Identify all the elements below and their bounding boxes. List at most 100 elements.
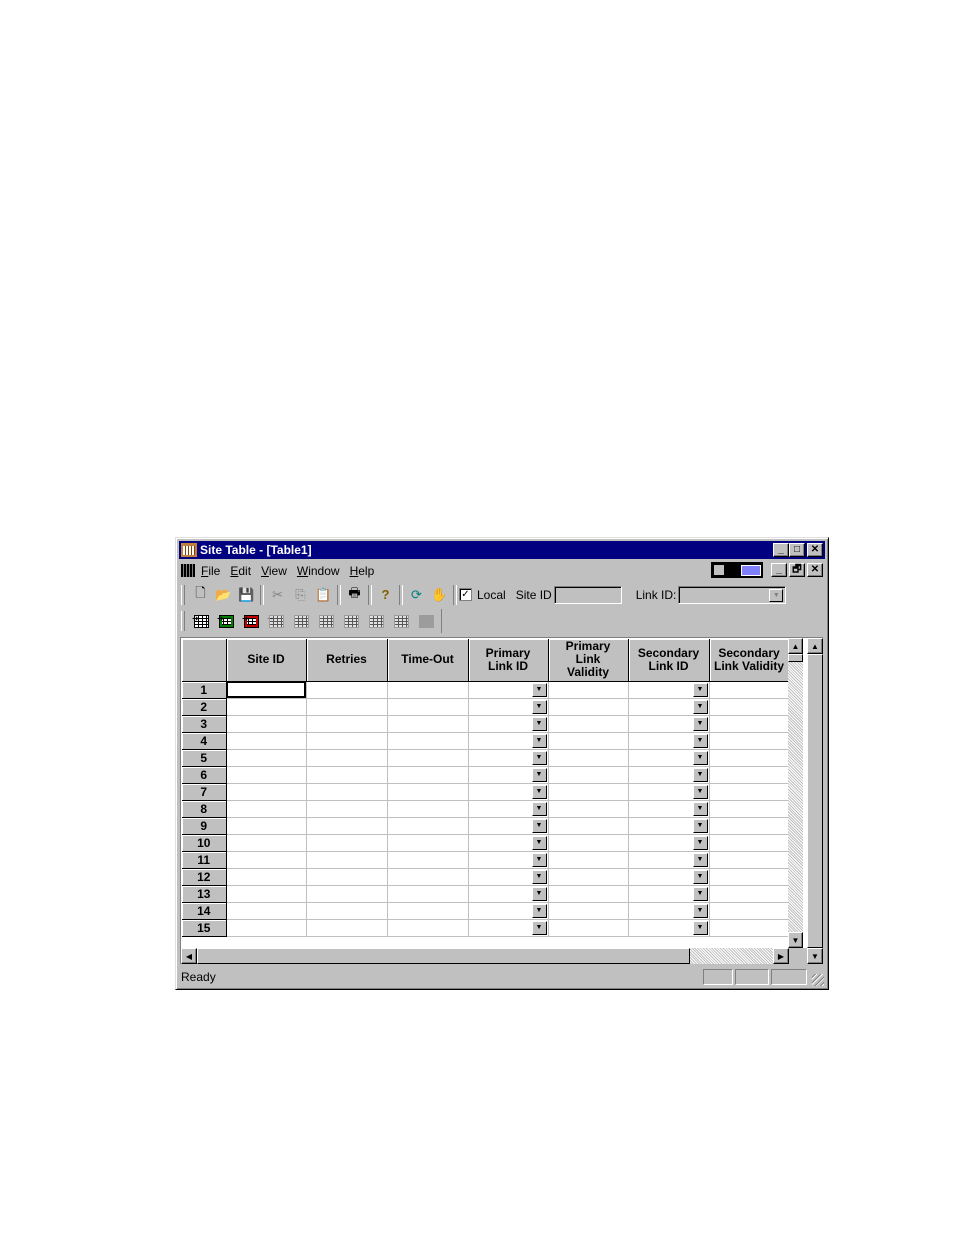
print-icon[interactable]: 🖶	[343, 584, 366, 606]
grid-cell[interactable]	[709, 800, 790, 818]
cell-dropdown-button[interactable]: ▼	[692, 682, 708, 697]
grid-cell[interactable]	[226, 749, 307, 767]
select-column-icon[interactable]	[339, 610, 364, 632]
grid-cell[interactable]	[709, 902, 790, 920]
cell-dropdown-button[interactable]: ▼	[692, 835, 708, 850]
grid-cell[interactable]	[548, 902, 629, 920]
grid-cell[interactable]: ▼	[628, 834, 710, 852]
title-bar[interactable]: Site Table - [Table1] _ □ ✕	[179, 541, 825, 559]
grid-cell[interactable]	[709, 817, 790, 835]
grid-cell[interactable]	[226, 817, 307, 835]
grid-cell[interactable]	[387, 766, 469, 784]
row-header[interactable]: 4	[182, 732, 227, 750]
grid-cell[interactable]	[709, 715, 790, 733]
site-id-input[interactable]	[553, 585, 622, 604]
grid-cell[interactable]	[226, 681, 307, 699]
child-restore-button[interactable]: 🗗	[789, 563, 805, 577]
cell-dropdown-button[interactable]: ▼	[692, 818, 708, 833]
grid-cell[interactable]	[306, 817, 388, 835]
grid-cell[interactable]	[548, 681, 629, 699]
delete-column-icon[interactable]	[289, 610, 314, 632]
paste-icon[interactable]: 📋	[312, 584, 335, 606]
grid-cell[interactable]	[709, 919, 790, 937]
grid-cell[interactable]	[387, 868, 469, 886]
grid-cell[interactable]	[226, 766, 307, 784]
scroll-up-button[interactable]: ▲	[807, 638, 823, 654]
grid-cell[interactable]: ▼	[628, 851, 710, 869]
scroll-right-button[interactable]: ▶	[773, 948, 789, 964]
grid-cell[interactable]	[226, 919, 307, 937]
cell-dropdown-button[interactable]: ▼	[692, 920, 708, 935]
grid-cell[interactable]	[226, 800, 307, 818]
grid-cell[interactable]: ▼	[628, 715, 710, 733]
grid-cell[interactable]: ▼	[628, 902, 710, 920]
select-block-icon[interactable]	[364, 610, 389, 632]
grid-cell[interactable]: ▼	[468, 698, 549, 716]
toolbar-grip[interactable]	[181, 611, 185, 631]
inner-scroll-up-button[interactable]: ▲	[788, 638, 803, 654]
resize-grip[interactable]	[812, 974, 824, 986]
grid-cell[interactable]	[548, 766, 629, 784]
cell-dropdown-button[interactable]: ▼	[692, 767, 708, 782]
grid-cell[interactable]	[548, 868, 629, 886]
corner-header[interactable]	[182, 639, 227, 682]
cell-dropdown-button[interactable]: ▼	[531, 835, 547, 850]
column-header[interactable]: Primary Link Validity	[548, 639, 629, 682]
grid-cell[interactable]: ▼	[628, 732, 710, 750]
grid-cell[interactable]	[548, 698, 629, 716]
grid-cell[interactable]	[548, 817, 629, 835]
grid-cell[interactable]	[548, 851, 629, 869]
grid-cell[interactable]	[306, 698, 388, 716]
grid-cell[interactable]	[387, 749, 469, 767]
grid-cell[interactable]	[226, 902, 307, 920]
clear-grid-icon[interactable]	[389, 610, 414, 632]
menu-edit[interactable]: Edit	[230, 564, 251, 578]
grid-cell[interactable]	[548, 834, 629, 852]
cell-dropdown-button[interactable]: ▼	[531, 886, 547, 901]
column-header[interactable]: Secondary Link Validity	[709, 639, 790, 682]
grid-cell[interactable]	[387, 715, 469, 733]
maximize-button[interactable]: □	[789, 543, 805, 557]
cell-dropdown-button[interactable]: ▼	[692, 801, 708, 816]
grid-cell[interactable]	[387, 919, 469, 937]
grid-cell[interactable]	[709, 749, 790, 767]
cell-dropdown-button[interactable]: ▼	[692, 784, 708, 799]
cell-dropdown-button[interactable]: ▼	[531, 784, 547, 799]
cell-dropdown-button[interactable]: ▼	[692, 903, 708, 918]
cell-dropdown-button[interactable]: ▼	[531, 852, 547, 867]
grid-cell[interactable]	[709, 766, 790, 784]
grid-cell[interactable]	[709, 851, 790, 869]
grid-cell[interactable]: ▼	[628, 800, 710, 818]
grid-cell[interactable]	[548, 783, 629, 801]
grid-cell[interactable]	[548, 715, 629, 733]
save-icon[interactable]: 💾	[235, 584, 258, 606]
column-header[interactable]: Retries	[306, 639, 388, 682]
refresh-icon[interactable]: ⟳	[405, 584, 428, 606]
grid-cell[interactable]: ▼	[628, 868, 710, 886]
grid-cell[interactable]: ▼	[468, 681, 549, 699]
grid-cell[interactable]: ▼	[628, 698, 710, 716]
grid-cell[interactable]	[306, 834, 388, 852]
grid-cell[interactable]	[306, 783, 388, 801]
hand-icon[interactable]: ✋	[428, 584, 451, 606]
menu-file[interactable]: File	[201, 564, 220, 578]
column-header[interactable]: Primary Link ID	[468, 639, 549, 682]
horizontal-scroll-thumb[interactable]	[197, 948, 690, 964]
grid-cell[interactable]	[306, 749, 388, 767]
column-header[interactable]: Site ID	[226, 639, 307, 682]
grid-cell[interactable]: ▼	[468, 834, 549, 852]
inner-vscroll-track[interactable]	[788, 654, 803, 948]
grid-cell[interactable]: ▼	[628, 766, 710, 784]
cell-dropdown-button[interactable]: ▼	[531, 716, 547, 731]
grid-cell[interactable]	[306, 919, 388, 937]
row-header[interactable]: 9	[182, 817, 227, 835]
grid-cell[interactable]	[709, 885, 790, 903]
grid-cell[interactable]	[387, 783, 469, 801]
cell-dropdown-button[interactable]: ▼	[531, 903, 547, 918]
grid-cell[interactable]	[548, 885, 629, 903]
grid-cell[interactable]	[709, 681, 790, 699]
delete-row-icon[interactable]: ➜	[264, 610, 289, 632]
menu-help[interactable]: Help	[350, 564, 375, 578]
help-icon[interactable]: ?	[374, 584, 397, 606]
row-header[interactable]: 8	[182, 800, 227, 818]
